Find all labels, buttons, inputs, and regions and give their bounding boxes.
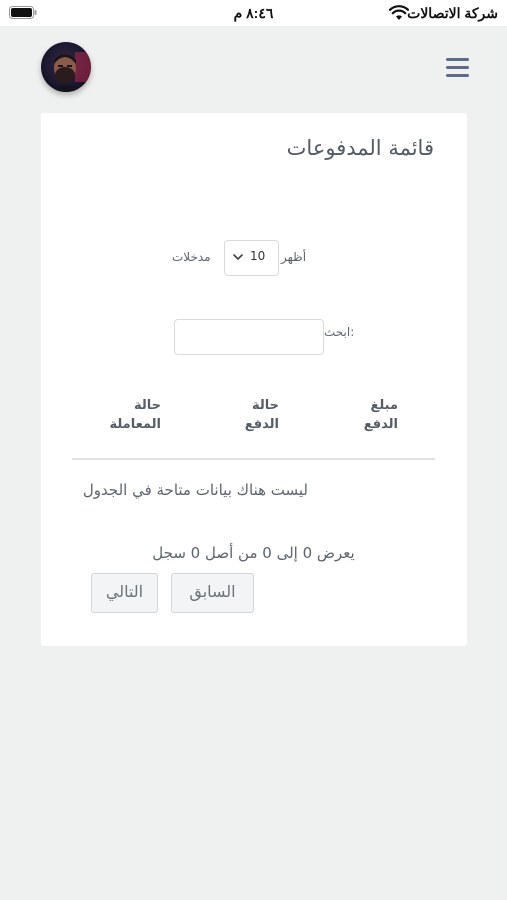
search-input[interactable] (174, 319, 324, 355)
table-info: يعرض 0 إلى 0 من أصل 0 سجل (152, 544, 355, 562)
search-label: ابحث: (324, 325, 355, 339)
previous-page-button[interactable]: السابق (171, 573, 254, 613)
entries-label: مدخلات (172, 250, 211, 264)
entries-select-value: 10 (250, 249, 266, 263)
show-entries-label: أظهر (281, 250, 307, 264)
chevron-down-icon (233, 254, 243, 260)
column-header-transaction-status[interactable]: حالة المعاملة (81, 396, 161, 434)
user-avatar[interactable] (41, 42, 91, 92)
column-header-payment-amount[interactable]: مبلغ الدفع (338, 396, 398, 434)
column-header-payment-status[interactable]: حالة الدفع (219, 396, 279, 434)
empty-table-message: ليست هناك بيانات متاحة في الجدول (82, 481, 308, 499)
carrier-name: شركة الاتصالات (407, 5, 498, 21)
table-header-divider (72, 458, 435, 460)
page-title: قائمة المدفوعات (286, 136, 434, 160)
wifi-icon (389, 5, 409, 20)
status-bar: ٨:٤٦ م شركة الاتصالات (0, 0, 507, 26)
avatar-image (41, 42, 91, 92)
entries-per-page-select[interactable]: 10 (224, 240, 279, 276)
hamburger-menu-icon[interactable] (446, 58, 470, 78)
next-page-button[interactable]: التالي (91, 573, 158, 613)
payments-card: قائمة المدفوعات أظهر 10 مدخلات ابحث: مبل… (41, 113, 467, 646)
